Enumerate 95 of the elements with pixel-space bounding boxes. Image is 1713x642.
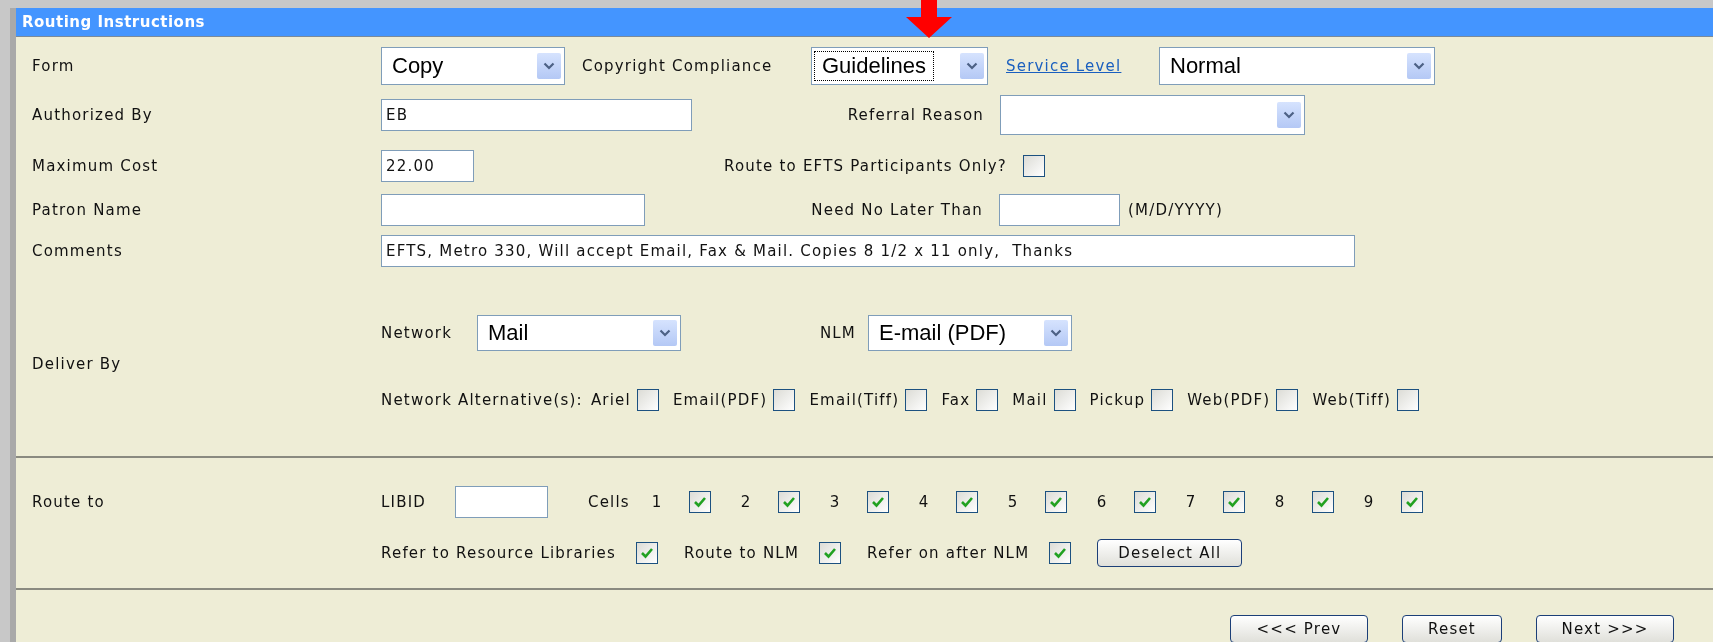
input-field[interactable]: EFTS, Metro 330, Will accept Email, Fax & Mail. Copies 8 1/2 x 11 only, Thanks	[381, 235, 1355, 267]
checkbox[interactable]	[1400, 491, 1423, 513]
checkbox[interactable]	[955, 491, 978, 513]
cell-number: 8	[1274, 491, 1286, 513]
input-field[interactable]	[455, 486, 548, 518]
cell-number: 2	[740, 491, 752, 513]
option-label: Mail	[1012, 389, 1048, 411]
checkbox[interactable]	[866, 491, 889, 513]
field-label: Authorized By	[32, 106, 153, 124]
arrow-down-icon	[904, 0, 954, 38]
field-label: Form	[32, 57, 75, 75]
checkbox[interactable]	[1023, 155, 1045, 177]
chevron-down-icon	[653, 320, 677, 346]
checkbox[interactable]	[773, 389, 796, 411]
checkbox[interactable]	[1311, 491, 1334, 513]
dropdown[interactable]: Guidelines	[811, 47, 988, 85]
checkbox[interactable]	[636, 542, 658, 564]
chevron-down-icon	[537, 53, 561, 79]
chevron-down-icon	[1277, 102, 1301, 128]
option-label: Refer to Resource Libraries	[381, 542, 616, 564]
dropdown[interactable]: Normal	[1159, 47, 1435, 85]
check-icon	[640, 547, 654, 559]
input-field[interactable]: EB	[381, 99, 692, 131]
check-icon	[1137, 496, 1152, 508]
input-field[interactable]	[999, 194, 1120, 226]
check-icon	[1404, 496, 1419, 508]
option-label: Web(PDF)	[1187, 389, 1271, 411]
service-level-link[interactable]: Service Level	[1006, 57, 1122, 75]
check-icon	[870, 496, 885, 508]
button[interactable]: <<< Prev	[1230, 615, 1368, 642]
checkbox[interactable]	[1151, 389, 1174, 411]
field-label: NLM	[819, 322, 856, 344]
dropdown[interactable]	[1000, 95, 1305, 135]
chevron-down-icon	[1044, 320, 1068, 346]
field-label: Need No Later Than	[811, 199, 983, 221]
option-label: Web(Tiff)	[1312, 389, 1392, 411]
field-label: Route to	[32, 491, 105, 513]
option-label: Email(PDF)	[672, 389, 768, 411]
cell-number: 9	[1363, 491, 1375, 513]
option-label: Fax	[941, 389, 971, 411]
field-label: Deliver By	[32, 353, 122, 375]
checkbox[interactable]	[636, 389, 659, 411]
checkbox[interactable]	[1133, 491, 1156, 513]
checkbox[interactable]	[1276, 389, 1299, 411]
chevron-down-icon	[960, 53, 984, 79]
cell-number: 5	[1007, 491, 1019, 513]
option-label: Email(Tiff)	[809, 389, 900, 411]
field-label: Route to EFTS Participants Only?	[723, 155, 1007, 177]
button[interactable]: Next >>>	[1536, 615, 1674, 642]
checkbox[interactable]	[1397, 389, 1420, 411]
checkbox[interactable]	[905, 389, 928, 411]
dropdown[interactable]: E-mail (PDF)	[868, 315, 1072, 351]
button[interactable]: Reset	[1402, 615, 1502, 642]
checkbox[interactable]	[1049, 542, 1072, 564]
field-label: Network Alternative(s):	[381, 389, 583, 411]
panel-title: Routing Instructions	[22, 11, 206, 33]
dropdown[interactable]: Copy	[381, 47, 565, 85]
check-icon	[781, 496, 796, 508]
cell-number: 1	[651, 491, 663, 513]
checkbox[interactable]	[976, 389, 999, 411]
option-label: Pickup	[1089, 389, 1146, 411]
checkbox[interactable]	[1222, 491, 1245, 513]
field-label: Comments	[32, 242, 123, 260]
check-icon	[1048, 496, 1063, 508]
field-label: Patron Name	[32, 201, 143, 219]
checkbox[interactable]	[1044, 491, 1067, 513]
option-label: Route to NLM	[684, 542, 800, 564]
dropdown[interactable]: Mail	[477, 315, 681, 351]
cell-number: 4	[918, 491, 930, 513]
option-label: Refer on after NLM	[867, 542, 1030, 564]
field-label: LIBID	[381, 493, 427, 511]
deselect-all-button[interactable]: Deselect All	[1097, 539, 1243, 567]
field-label: Network	[381, 324, 453, 342]
check-icon	[1226, 496, 1241, 508]
input-field[interactable]	[381, 194, 645, 226]
check-icon	[692, 496, 707, 508]
field-label: Cells	[588, 493, 630, 511]
check-icon	[959, 496, 974, 508]
checkbox[interactable]	[819, 542, 842, 564]
date-format-hint: (M/D/YYYY)	[1128, 201, 1223, 219]
input-field[interactable]: 22.00	[381, 150, 474, 182]
chevron-down-icon	[1407, 53, 1431, 79]
cell-number: 3	[829, 491, 841, 513]
field-label: Referral Reason	[847, 104, 984, 126]
cell-number: 6	[1096, 491, 1108, 513]
field-label: Copyright Compliance	[582, 57, 773, 75]
option-label: Ariel	[590, 389, 631, 411]
checkbox[interactable]	[777, 491, 800, 513]
field-label: Maximum Cost	[32, 157, 159, 175]
checkbox[interactable]	[1053, 389, 1076, 411]
checkbox[interactable]	[688, 491, 711, 513]
check-icon	[823, 547, 838, 559]
check-icon	[1315, 496, 1330, 508]
check-icon	[1053, 547, 1068, 559]
cell-number: 7	[1185, 491, 1197, 513]
